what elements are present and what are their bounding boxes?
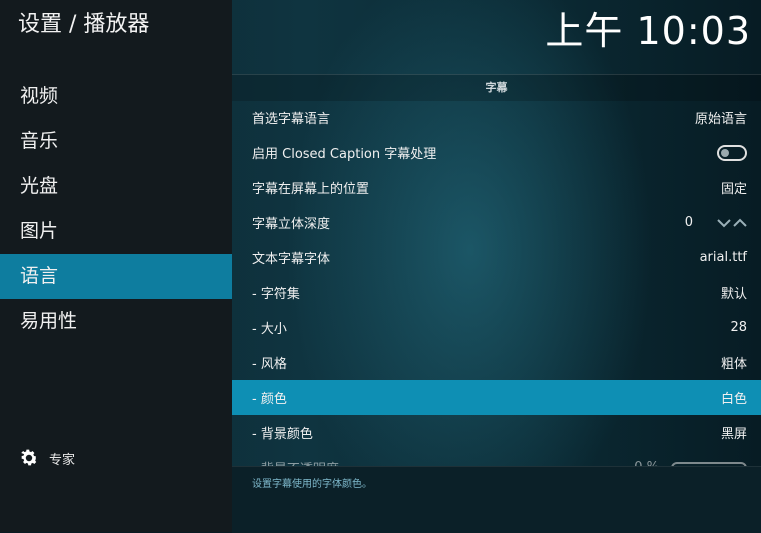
setting-background-color[interactable]: - 背景颜色 黑屏 — [232, 415, 761, 450]
expert-label: 专家 — [49, 452, 76, 468]
setting-size[interactable]: - 大小 28 — [232, 310, 761, 345]
setting-subtitle-position[interactable]: 字幕在屏幕上的位置 固定 — [232, 170, 761, 205]
setting-label: - 字符集 — [252, 287, 300, 302]
spin-control: 0 — [685, 215, 747, 230]
page-title: 设置 / 播放器 — [18, 12, 150, 37]
chevron-down-icon[interactable] — [717, 218, 731, 228]
setting-value: arial.ttf — [699, 250, 747, 265]
sidebar-item-accessibility[interactable]: 易用性 — [0, 299, 232, 344]
sidebar: 设置 / 播放器 视频 音乐 光盘 图片 语言 易用性 专家 — [0, 0, 232, 532]
sidebar-item-video[interactable]: 视频 — [0, 74, 232, 119]
setting-value: 固定 — [720, 182, 747, 197]
setting-subtitle-font[interactable]: 文本字幕字体 arial.ttf — [232, 240, 761, 275]
setting-label: - 背景颜色 — [252, 427, 313, 442]
setting-closed-caption[interactable]: 启用 Closed Caption 字幕处理 — [232, 135, 761, 170]
setting-label: - 颜色 — [252, 392, 287, 407]
description-footer: 设置字幕使用的字体颜色。 — [232, 466, 761, 533]
sidebar-item-disc[interactable]: 光盘 — [0, 164, 232, 209]
setting-charset[interactable]: - 字符集 默认 — [232, 275, 761, 310]
setting-value: 28 — [730, 320, 747, 335]
setting-label: 字幕在屏幕上的位置 — [252, 182, 370, 197]
setting-label: - 大小 — [252, 322, 287, 337]
gear-icon — [21, 449, 38, 466]
clock: 上午 10:03 — [545, 9, 751, 53]
sidebar-item-music[interactable]: 音乐 — [0, 119, 232, 164]
chevron-up-icon[interactable] — [733, 218, 747, 228]
setting-value: 粗体 — [720, 357, 747, 372]
setting-label: 首选字幕语言 — [252, 112, 331, 127]
expert-level-button[interactable]: 专家 — [18, 446, 75, 470]
sidebar-item-pictures[interactable]: 图片 — [0, 209, 232, 254]
setting-preferred-subtitle-language[interactable]: 首选字幕语言 原始语言 — [232, 100, 761, 135]
setting-style[interactable]: - 风格 粗体 — [232, 345, 761, 380]
setting-subtitle-stereo-depth[interactable]: 字幕立体深度 0 — [232, 205, 761, 240]
setting-value: 原始语言 — [694, 112, 747, 127]
toggle-switch[interactable] — [717, 144, 747, 161]
setting-value: 黑屏 — [720, 427, 747, 442]
setting-label: 字幕立体深度 — [252, 217, 331, 232]
setting-value: 0 — [684, 215, 693, 230]
setting-color[interactable]: - 颜色 白色 — [232, 380, 761, 415]
setting-label: 文本字幕字体 — [252, 252, 331, 267]
sidebar-nav: 视频 音乐 光盘 图片 语言 易用性 — [0, 74, 232, 344]
setting-value: 默认 — [720, 287, 747, 302]
setting-label: - 风格 — [252, 357, 287, 372]
section-header: 字幕 — [232, 74, 761, 101]
setting-value: 白色 — [720, 392, 747, 407]
setting-label: 启用 Closed Caption 字幕处理 — [252, 147, 437, 162]
settings-list: 首选字幕语言 原始语言 启用 Closed Caption 字幕处理 字幕在屏幕… — [232, 100, 761, 470]
settings-panel: 字幕 首选字幕语言 原始语言 启用 Closed Caption 字幕处理 字幕… — [232, 74, 761, 532]
sidebar-item-language[interactable]: 语言 — [0, 254, 232, 299]
setting-description: 设置字幕使用的字体颜色。 — [252, 479, 372, 490]
